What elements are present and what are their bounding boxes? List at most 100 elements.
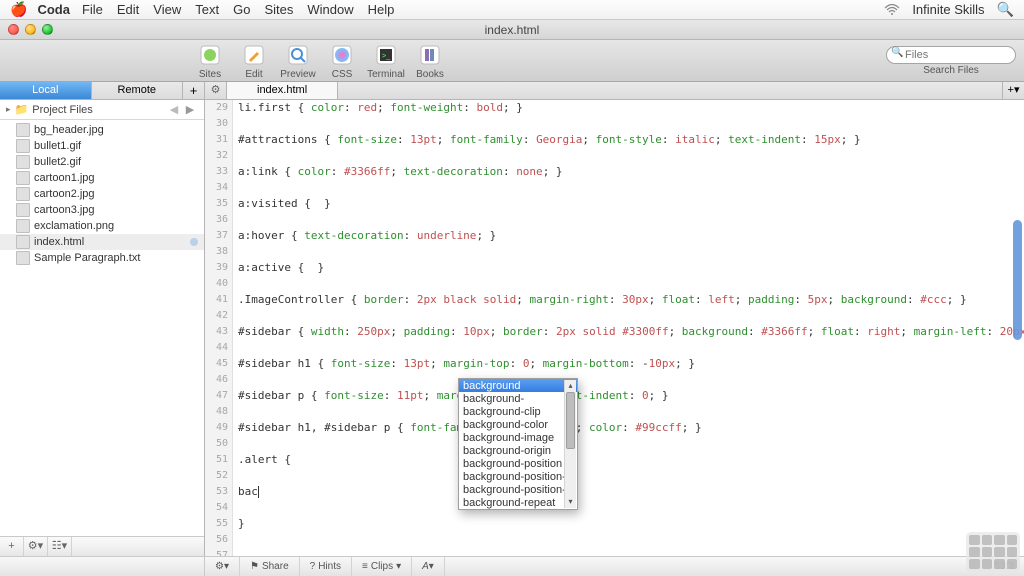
app-name[interactable]: Coda bbox=[37, 2, 70, 17]
code-line[interactable]: li.first { color: red; font-weight: bold… bbox=[238, 100, 1009, 116]
autocomplete-option[interactable]: background-position bbox=[459, 457, 577, 470]
code-line[interactable]: #attractions { font-size: 13pt; font-fam… bbox=[238, 132, 1009, 148]
editor-tab-add[interactable]: +▾ bbox=[1002, 82, 1024, 99]
window-zoom-button[interactable] bbox=[42, 24, 53, 35]
toolbar-css[interactable]: CSS bbox=[320, 42, 364, 80]
autocomplete-option[interactable]: background-position-y bbox=[459, 483, 577, 496]
toolbar-edit[interactable]: Edit bbox=[232, 42, 276, 80]
code-line[interactable]: #sidebar h1 { font-size: 13pt; margin-to… bbox=[238, 356, 1009, 372]
code-line[interactable] bbox=[238, 244, 1009, 260]
menu-file[interactable]: File bbox=[82, 2, 103, 17]
menubar-right-label[interactable]: Infinite Skills bbox=[912, 2, 984, 17]
file-item[interactable]: cartoon3.jpg bbox=[0, 202, 204, 218]
autocomplete-option[interactable]: background-image bbox=[459, 431, 577, 444]
code-line[interactable] bbox=[238, 548, 1009, 556]
menu-edit[interactable]: Edit bbox=[117, 2, 139, 17]
toolbar-books[interactable]: Books bbox=[408, 42, 452, 80]
code-line[interactable] bbox=[238, 276, 1009, 292]
status-share-button[interactable]: ⚑Share bbox=[240, 557, 300, 576]
scroll-down-icon[interactable]: ▾ bbox=[565, 496, 576, 508]
code-line[interactable]: #sidebar { width: 250px; padding: 10px; … bbox=[238, 324, 1009, 340]
status-gear-button[interactable]: ⚙▾ bbox=[205, 557, 240, 576]
file-item[interactable]: index.html bbox=[0, 234, 204, 250]
file-item[interactable]: bullet1.gif bbox=[0, 138, 204, 154]
vertical-scrollbar[interactable] bbox=[1010, 100, 1022, 556]
nav-back-button[interactable]: ◀ bbox=[166, 103, 182, 116]
scrollbar-thumb[interactable] bbox=[1013, 220, 1022, 340]
autocomplete-popup[interactable]: backgroundbackground-attachmentbackgroun… bbox=[458, 378, 578, 510]
sidebar-action-button[interactable]: ⚙▾ bbox=[24, 537, 48, 556]
file-item[interactable]: cartoon1.jpg bbox=[0, 170, 204, 186]
toolbar-terminal[interactable]: >_ Terminal bbox=[364, 42, 408, 80]
code-line[interactable] bbox=[238, 340, 1009, 356]
code-line[interactable] bbox=[238, 532, 1009, 548]
code-line[interactable]: .alert { bbox=[238, 452, 1009, 468]
code-line[interactable] bbox=[238, 148, 1009, 164]
autocomplete-scroll-thumb[interactable] bbox=[566, 392, 575, 449]
window-close-button[interactable] bbox=[8, 24, 19, 35]
keyboard-overlay-icon[interactable] bbox=[966, 532, 1020, 572]
autocomplete-option[interactable]: background-position-x bbox=[459, 470, 577, 483]
autocomplete-scrollbar[interactable]: ▴ ▾ bbox=[564, 380, 576, 508]
autocomplete-option[interactable]: background-attachment bbox=[459, 392, 577, 405]
window-minimize-button[interactable] bbox=[25, 24, 36, 35]
status-font-button[interactable]: A▾ bbox=[412, 557, 445, 576]
autocomplete-option[interactable]: background bbox=[459, 379, 577, 392]
file-item[interactable]: exclamation.png bbox=[0, 218, 204, 234]
code-line[interactable] bbox=[238, 468, 1009, 484]
code-line[interactable]: a:link { color: #3366ff; text-decoration… bbox=[238, 164, 1009, 180]
file-icon bbox=[16, 219, 30, 233]
code-line[interactable]: a:active { } bbox=[238, 260, 1009, 276]
editor-tab-index[interactable]: index.html bbox=[227, 82, 338, 99]
search-input[interactable] bbox=[886, 46, 1016, 64]
status-hints-button[interactable]: ?Hints bbox=[300, 557, 352, 576]
editor-gear-button[interactable]: ⚙ bbox=[205, 82, 227, 99]
code-editor[interactable]: 2930313233343536373839404142434445464748… bbox=[205, 100, 1024, 556]
code-line[interactable]: #sidebar p { font-size: 11pt; margin-bot… bbox=[238, 388, 1009, 404]
code-line[interactable] bbox=[238, 212, 1009, 228]
menu-text[interactable]: Text bbox=[195, 2, 219, 17]
scroll-up-icon[interactable]: ▴ bbox=[565, 380, 576, 392]
sidebar-columns-button[interactable]: ☷▾ bbox=[48, 537, 72, 556]
code-line[interactable]: .ImageController { border: 2px black sol… bbox=[238, 292, 1009, 308]
code-line[interactable]: a:visited { } bbox=[238, 196, 1009, 212]
status-clips-button[interactable]: ≡Clips ▾ bbox=[352, 557, 412, 576]
sidebar-add-button[interactable]: + bbox=[0, 537, 24, 556]
autocomplete-option[interactable]: background-origin bbox=[459, 444, 577, 457]
apple-icon[interactable]: 🍎 bbox=[10, 1, 27, 18]
toolbar-sites[interactable]: Sites bbox=[188, 42, 232, 80]
file-name-label: Sample Paragraph.txt bbox=[34, 252, 140, 264]
code-line[interactable]: } bbox=[238, 516, 1009, 532]
menu-help[interactable]: Help bbox=[368, 2, 395, 17]
file-item[interactable]: Sample Paragraph.txt bbox=[0, 250, 204, 266]
wifi-icon[interactable] bbox=[884, 4, 900, 16]
code-line[interactable] bbox=[238, 404, 1009, 420]
file-item[interactable]: bullet2.gif bbox=[0, 154, 204, 170]
code-line[interactable]: bac bbox=[238, 484, 1009, 500]
code-line[interactable] bbox=[238, 372, 1009, 388]
autocomplete-option[interactable]: background-repeat bbox=[459, 496, 577, 509]
code-area[interactable]: li.first { color: red; font-weight: bold… bbox=[238, 100, 1009, 556]
sidebar-path-bar[interactable]: ▸ 📁 Project Files ◀ ▶ bbox=[0, 100, 204, 120]
code-line[interactable]: a:hover { text-decoration: underline; } bbox=[238, 228, 1009, 244]
menu-window[interactable]: Window bbox=[307, 2, 353, 17]
sidebar-tab-remote[interactable]: Remote bbox=[92, 82, 184, 99]
toolbar-preview[interactable]: Preview bbox=[276, 42, 320, 80]
menu-go[interactable]: Go bbox=[233, 2, 250, 17]
file-item[interactable]: bg_header.jpg bbox=[0, 122, 204, 138]
sidebar-tab-add[interactable]: + bbox=[183, 82, 205, 99]
autocomplete-option[interactable]: background-clip bbox=[459, 405, 577, 418]
nav-forward-button[interactable]: ▶ bbox=[182, 103, 198, 116]
sidebar-tab-local[interactable]: Local bbox=[0, 82, 92, 99]
spotlight-icon[interactable]: 🔍 bbox=[997, 1, 1014, 18]
autocomplete-option[interactable]: background-color bbox=[459, 418, 577, 431]
code-line[interactable] bbox=[238, 500, 1009, 516]
code-line[interactable] bbox=[238, 116, 1009, 132]
code-line[interactable]: #sidebar h1, #sidebar p { font-family: T… bbox=[238, 420, 1009, 436]
file-item[interactable]: cartoon2.jpg bbox=[0, 186, 204, 202]
code-line[interactable] bbox=[238, 180, 1009, 196]
code-line[interactable] bbox=[238, 308, 1009, 324]
menu-sites[interactable]: Sites bbox=[264, 2, 293, 17]
menu-view[interactable]: View bbox=[153, 2, 181, 17]
code-line[interactable] bbox=[238, 436, 1009, 452]
